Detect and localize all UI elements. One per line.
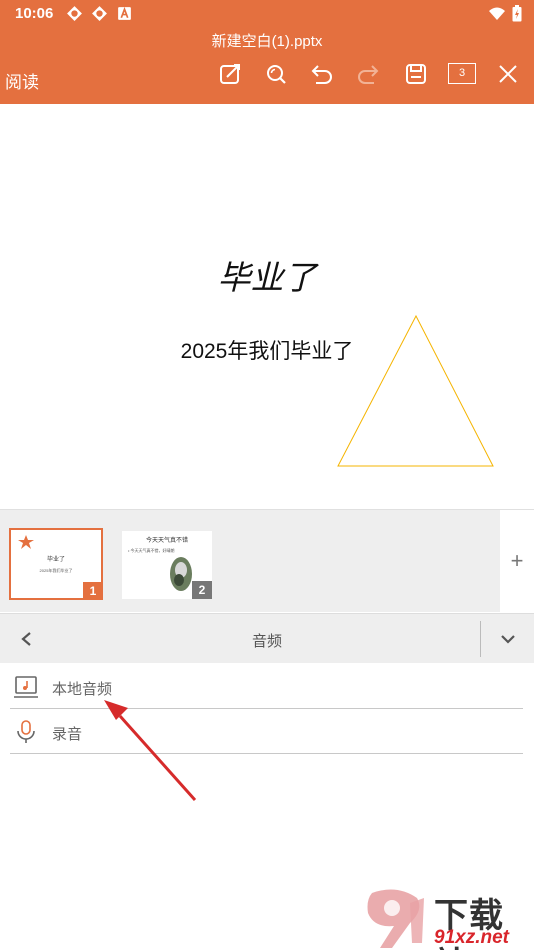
system-icons (488, 5, 522, 22)
watermark-url: 91xz.net (434, 927, 509, 948)
toolbar: 新建空白(1).pptx 阅读 3 (0, 28, 534, 104)
local-audio-option[interactable]: 本地音频 (10, 664, 523, 709)
panel-title: 音频 (251, 633, 282, 650)
slide-thumbnail-strip: 毕业了 2025年我们毕业了 1 今天天气真不错 • 今天天气真不错，好晴朗 2… (0, 509, 534, 612)
option-label: 本地音频 (52, 681, 113, 698)
search-icon[interactable] (263, 61, 289, 87)
read-mode-button[interactable]: 阅读 (5, 68, 39, 93)
thumbnail-title: 今天天气真不错 (145, 538, 188, 544)
triangle-shape[interactable] (336, 314, 496, 470)
wifi-icon (489, 7, 505, 20)
thumbnail-number: 1 (83, 582, 103, 600)
app-notification-icon (92, 6, 107, 21)
chevron-down-icon[interactable] (496, 628, 520, 650)
option-label: 录音 (52, 726, 83, 743)
close-icon[interactable] (495, 61, 521, 87)
slide-canvas[interactable]: 毕业了 2025年我们毕业了 (0, 104, 534, 508)
thumbnail-subtitle: 2025年我们毕业了 (39, 568, 73, 573)
thumbnail-bullet: • 今天天气真不错，好晴朗 (128, 548, 175, 553)
flower-decoration-icon (18, 535, 34, 549)
edit-icon[interactable] (217, 61, 243, 87)
status-time: 10:06 (15, 5, 54, 22)
watermark-logo-icon (367, 889, 424, 948)
thumbnail-number: 2 (192, 581, 212, 599)
save-icon[interactable] (403, 61, 429, 87)
undo-icon[interactable] (309, 61, 335, 87)
thumbnail-title: 毕业了 (46, 557, 65, 563)
font-notification-icon (118, 6, 131, 20)
redo-icon[interactable] (355, 61, 381, 87)
add-slide-button[interactable]: + (500, 510, 534, 612)
document-title: 新建空白(1).pptx (211, 33, 323, 50)
status-bar: 10:06 (0, 0, 534, 28)
notification-icons (66, 5, 133, 22)
slide-thumbnail-2[interactable]: 今天天气真不错 • 今天天气真不错，好晴朗 2 (122, 531, 212, 599)
music-file-icon (13, 674, 39, 700)
battery-icon (512, 5, 522, 22)
app-notification-icon (67, 6, 82, 21)
photo-image (170, 557, 192, 591)
watermark: 下载站 91xz.net (362, 880, 534, 950)
slide-title[interactable]: 毕业了 (0, 251, 534, 299)
record-audio-option[interactable]: 录音 (10, 709, 523, 754)
slide-thumbnail-1[interactable]: 毕业了 2025年我们毕业了 1 (9, 528, 103, 600)
microphone-icon (13, 719, 39, 745)
slide-count-button[interactable]: 3 (448, 63, 476, 84)
insert-panel-header: 音频 (0, 613, 534, 663)
divider (480, 621, 481, 657)
